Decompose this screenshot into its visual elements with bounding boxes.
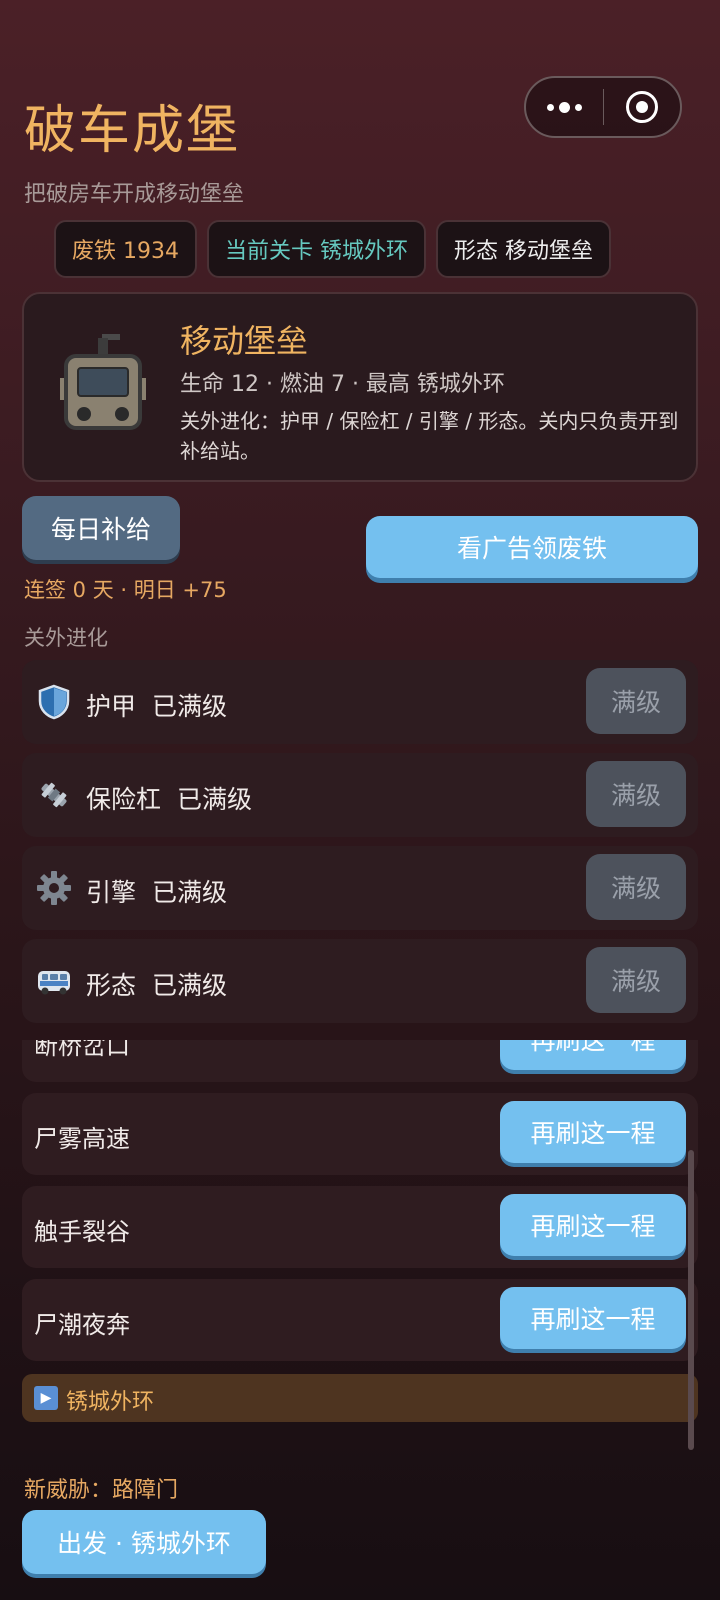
upgrade-status: 已满级 xyxy=(152,878,228,907)
current-route-row[interactable]: ▶ 锈城外环 xyxy=(22,1374,698,1422)
max-level-button[interactable]: 满级 xyxy=(586,761,686,827)
vehicle-robot-icon xyxy=(60,334,146,430)
daily-supply-button[interactable]: 每日补给 xyxy=(22,496,180,560)
more-dots-icon xyxy=(546,101,582,113)
gear-icon xyxy=(37,871,71,905)
route-list-scrollbar[interactable] xyxy=(688,1150,694,1450)
max-level-button[interactable]: 满级 xyxy=(586,947,686,1013)
bumper-icon xyxy=(41,782,67,808)
upgrade-name: 形态 xyxy=(86,971,137,1000)
upgrade-status: 已满级 xyxy=(152,692,228,721)
upgrade-status: 已满级 xyxy=(177,785,253,814)
upgrade-row-armor: 护甲 已满级 满级 xyxy=(22,660,698,744)
route-name: 尸雾高速 xyxy=(34,1125,130,1153)
app-title: 破车成堡 xyxy=(24,101,241,161)
more-button[interactable] xyxy=(526,78,603,136)
miniprogram-capsule xyxy=(524,76,682,138)
stage-chip: 当前关卡 锈城外环 xyxy=(206,220,426,278)
watch-ad-button[interactable]: 看广告领废铁 xyxy=(366,516,698,578)
upgrade-row-form: 形态 已满级 满级 xyxy=(22,939,698,1023)
play-icon: ▶ xyxy=(34,1386,58,1410)
route-row: 断桥岔口 再刷这一程 xyxy=(22,1040,698,1082)
max-level-button[interactable]: 满级 xyxy=(586,668,686,734)
upgrade-row-engine: 引擎 已满级 满级 xyxy=(22,846,698,930)
route-name: 尸潮夜奔 xyxy=(34,1311,130,1339)
van-icon xyxy=(38,971,70,995)
upgrade-name: 保险杠 xyxy=(86,785,162,814)
status-chips: 废铁 1934 当前关卡 锈城外环 形态 移动堡垒 xyxy=(54,220,611,278)
depart-button[interactable]: 出发 · 锈城外环 xyxy=(22,1510,266,1574)
replay-route-button[interactable]: 再刷这一程 xyxy=(500,1194,686,1256)
vehicle-name: 移动堡垒 xyxy=(180,322,309,360)
upgrade-name: 引擎 xyxy=(86,878,137,907)
route-row: 触手裂谷 再刷这一程 xyxy=(22,1186,698,1268)
scrap-chip: 废铁 1934 xyxy=(54,220,197,278)
vehicle-stats: 生命 12 · 燃油 7 · 最高 锈城外环 xyxy=(180,372,505,397)
route-row: 尸雾高速 再刷这一程 xyxy=(22,1093,698,1175)
route-row: 尸潮夜奔 再刷这一程 xyxy=(22,1279,698,1361)
new-threat-label: 新威胁：路障门 xyxy=(24,1478,179,1503)
max-level-button[interactable]: 满级 xyxy=(586,854,686,920)
route-name: 断桥岔口 xyxy=(34,1040,130,1060)
section-label-upgrades: 关外进化 xyxy=(24,626,108,650)
upgrade-name: 护甲 xyxy=(86,692,137,721)
replay-route-button[interactable]: 再刷这一程 xyxy=(500,1287,686,1349)
upgrade-row-bumper: 保险杠 已满级 满级 xyxy=(22,753,698,837)
replay-route-button[interactable]: 再刷这一程 xyxy=(500,1040,686,1070)
replay-route-button[interactable]: 再刷这一程 xyxy=(500,1101,686,1163)
current-route-name: 锈城外环 xyxy=(66,1390,155,1415)
vehicle-profile-card: 移动堡垒 生命 12 · 燃油 7 · 最高 锈城外环 关外进化：护甲 / 保险… xyxy=(22,292,698,482)
route-name: 触手裂谷 xyxy=(34,1218,130,1246)
upgrade-status: 已满级 xyxy=(152,971,228,1000)
checkin-streak: 连签 0 天 · 明日 +75 xyxy=(24,578,227,602)
close-button[interactable] xyxy=(604,78,681,136)
vehicle-description: 关外进化：护甲 / 保险杠 / 引擎 / 形态。关内只负责开到补给站。 xyxy=(180,409,679,463)
shield-icon xyxy=(38,684,70,720)
app-subtitle: 把破房车开成移动堡垒 xyxy=(24,182,245,207)
form-chip: 形态 移动堡垒 xyxy=(435,220,611,278)
route-list[interactable]: 断桥岔口 再刷这一程 尸雾高速 再刷这一程 触手裂谷 再刷这一程 尸潮夜奔 再刷… xyxy=(22,1040,698,1422)
target-close-icon xyxy=(625,91,658,123)
